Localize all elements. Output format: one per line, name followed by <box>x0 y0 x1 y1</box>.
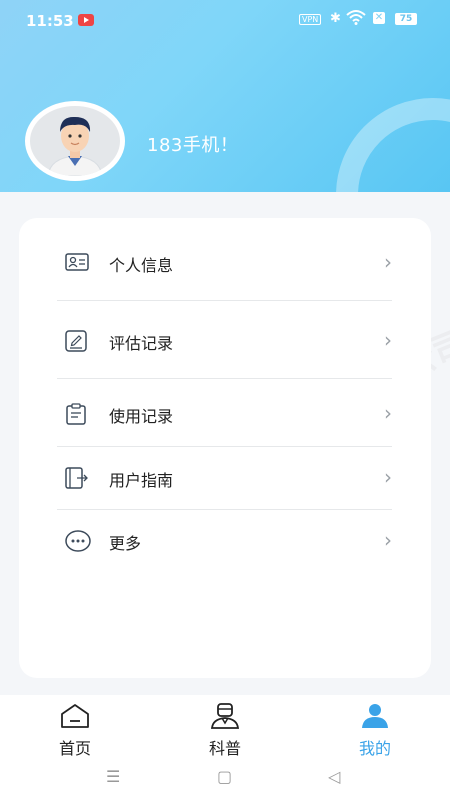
tab-mine[interactable]: 我的 <box>330 703 420 759</box>
menu-nav-icon[interactable]: ☰ <box>106 767 120 786</box>
battery-indicator: 75 <box>395 13 417 25</box>
tab-science[interactable]: 科普 <box>180 703 270 759</box>
menu-item-more[interactable]: 更多 › <box>57 522 392 562</box>
avatar[interactable] <box>25 101 125 181</box>
chevron-right-icon: › <box>384 328 392 352</box>
home-icon <box>59 704 91 733</box>
menu-item-label: 使用记录 <box>109 407 174 426</box>
divider <box>57 378 392 379</box>
profile-header: 11:53 VPN ✱ ✕ 75 183手机！ <box>0 0 450 192</box>
edit-note-icon <box>65 330 89 352</box>
bluetooth-icon: ✱ <box>330 11 341 26</box>
tab-label: 科普 <box>208 739 241 758</box>
tab-home[interactable]: 首页 <box>30 703 120 759</box>
decorative-ring <box>336 98 450 192</box>
status-time: 11:53 <box>26 12 74 30</box>
divider <box>57 446 392 447</box>
doctor-icon <box>209 703 241 733</box>
menu-card: 个人信息 › 评估记录 › 使用记录 › 用户指南 › 更多 › <box>19 218 431 678</box>
more-icon <box>65 530 91 552</box>
system-nav-bar: ☰ ▢ ◁ <box>0 761 450 800</box>
chevron-right-icon: › <box>384 528 392 552</box>
divider <box>57 300 392 301</box>
username: 183手机！ <box>147 135 239 156</box>
bottom-tab-bar: 首页 科普 我的 <box>0 695 450 761</box>
divider <box>57 509 392 510</box>
id-card-icon <box>65 252 89 274</box>
chevron-right-icon: › <box>384 250 392 274</box>
screen-record-icon <box>78 14 94 26</box>
menu-item-assessment-records[interactable]: 评估记录 › <box>57 322 392 362</box>
guide-icon <box>65 467 89 489</box>
wifi-icon <box>346 9 366 29</box>
home-nav-icon[interactable]: ▢ <box>217 767 232 786</box>
clipboard-icon <box>65 403 89 425</box>
menu-item-label: 用户指南 <box>109 471 174 490</box>
chevron-right-icon: › <box>384 401 392 425</box>
menu-item-label: 评估记录 <box>109 334 174 353</box>
menu-item-usage-records[interactable]: 使用记录 › <box>57 395 392 435</box>
sim-off-icon: ✕ <box>373 12 385 24</box>
status-bar: 11:53 VPN ✱ ✕ 75 <box>0 0 450 40</box>
chevron-right-icon: › <box>384 465 392 489</box>
menu-item-user-guide[interactable]: 用户指南 › <box>57 459 392 499</box>
menu-item-label: 个人信息 <box>109 256 174 275</box>
tab-label: 我的 <box>358 739 391 758</box>
tab-label: 首页 <box>58 739 91 758</box>
back-nav-icon[interactable]: ◁ <box>328 767 340 786</box>
menu-item-label: 更多 <box>109 534 142 553</box>
vpn-badge: VPN <box>299 14 322 25</box>
user-icon <box>359 704 391 733</box>
menu-item-personal-info[interactable]: 个人信息 › <box>57 244 392 284</box>
